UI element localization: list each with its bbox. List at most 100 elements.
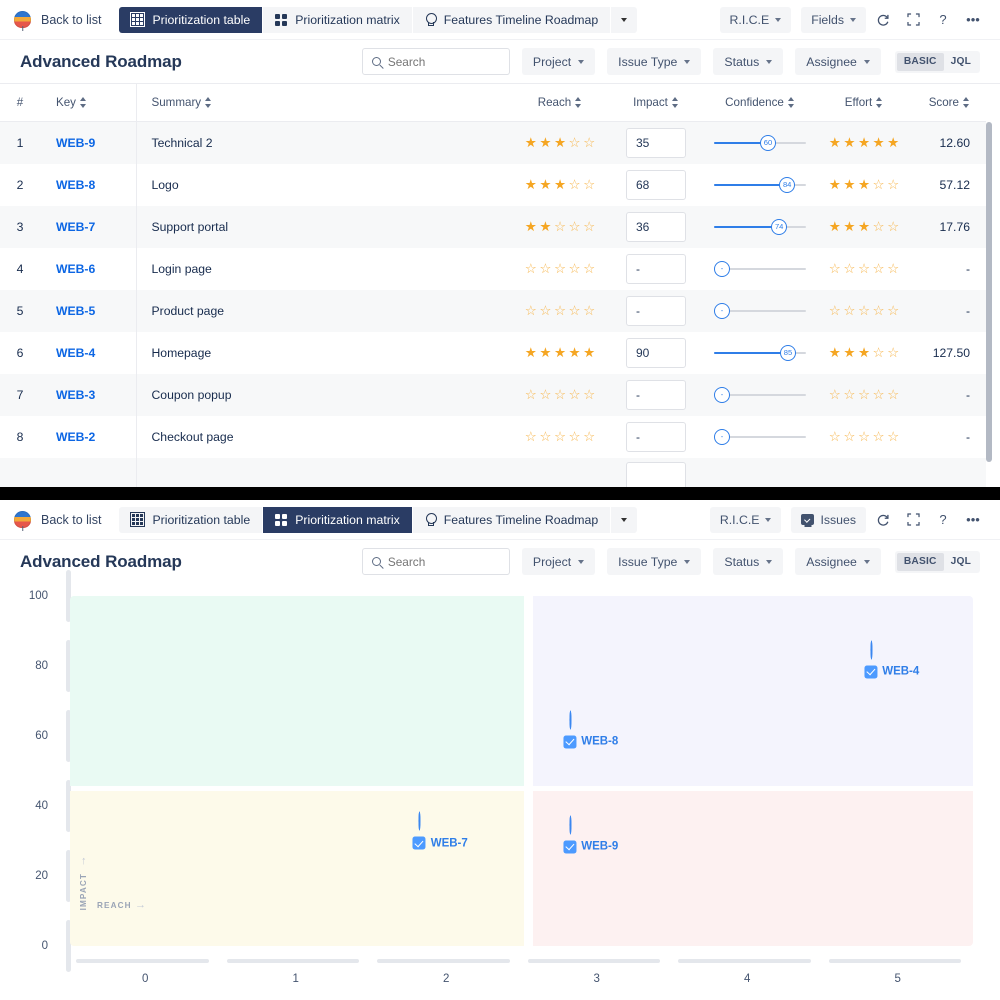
effort-star-rating[interactable]: ☆ ☆ ☆ ☆ ☆ — [829, 387, 900, 402]
star-2[interactable]: ★ — [539, 136, 551, 150]
search-box[interactable] — [361, 548, 510, 575]
star-5[interactable]: ☆ — [887, 429, 899, 444]
search-input[interactable] — [387, 554, 500, 569]
star-5[interactable]: ☆ — [887, 303, 899, 318]
row-summary[interactable]: Coupon popup — [135, 373, 512, 416]
star-2[interactable]: ☆ — [843, 303, 855, 318]
star-5[interactable]: ☆ — [583, 429, 595, 444]
rice-framework-dropdown[interactable]: R.I.C.E — [719, 6, 792, 33]
star-3[interactable]: ☆ — [858, 303, 870, 318]
star-1[interactable]: ★ — [525, 136, 537, 150]
star-4[interactable]: ☆ — [873, 219, 885, 234]
star-1[interactable]: ★ — [525, 219, 537, 234]
star-4[interactable]: ☆ — [569, 429, 581, 444]
data-point-label[interactable]: WEB-7 — [412, 836, 468, 850]
star-5[interactable]: ☆ — [887, 177, 899, 192]
star-5[interactable]: ☆ — [583, 261, 595, 276]
fullscreen-icon[interactable] — [900, 7, 926, 33]
star-2[interactable]: ★ — [539, 219, 551, 234]
matrix-data-point[interactable]: WEB-9 — [563, 815, 624, 854]
star-3[interactable]: ☆ — [554, 261, 566, 276]
star-5[interactable]: ☆ — [887, 261, 899, 276]
slider-knob[interactable]: - — [714, 387, 730, 403]
star-5[interactable]: ☆ — [583, 303, 595, 318]
confidence-slider[interactable]: - — [714, 300, 806, 322]
star-1[interactable]: ★ — [525, 345, 537, 360]
filter-assignee[interactable]: Assignee — [795, 48, 881, 75]
star-3[interactable]: ☆ — [554, 387, 566, 402]
filter-issue-type[interactable]: Issue Type — [607, 48, 702, 75]
star-2[interactable]: ★ — [843, 345, 855, 360]
data-point-label[interactable]: WEB-9 — [563, 840, 618, 854]
filter-project[interactable]: Project — [521, 548, 596, 575]
row-summary[interactable]: Logo — [135, 163, 512, 206]
column-key[interactable]: Key — [40, 84, 136, 122]
table-row[interactable] — [0, 457, 986, 487]
star-5[interactable]: ★ — [887, 136, 899, 150]
star-2[interactable]: ☆ — [843, 387, 855, 402]
matrix-data-point[interactable]: WEB-8 — [563, 710, 624, 749]
reach-star-rating[interactable]: ☆ ☆ ☆ ☆ ☆ — [525, 261, 596, 276]
star-1[interactable]: ☆ — [829, 387, 841, 402]
star-2[interactable]: ☆ — [843, 261, 855, 276]
star-2[interactable]: ☆ — [539, 303, 551, 318]
star-3[interactable]: ☆ — [858, 261, 870, 276]
data-point-dot[interactable] — [569, 710, 572, 730]
data-point-dot[interactable] — [569, 815, 572, 835]
matrix-data-point[interactable]: WEB-4 — [864, 640, 925, 679]
issue-key-link[interactable]: WEB-5 — [56, 304, 95, 318]
search-input[interactable] — [387, 54, 500, 69]
star-3[interactable]: ★ — [858, 345, 870, 360]
reach-star-rating[interactable]: ★ ★ ★ ☆ ☆ — [525, 136, 596, 150]
back-to-list-link[interactable]: Back to list — [41, 513, 101, 527]
row-summary[interactable]: Checkout page — [135, 415, 512, 458]
tab-overflow-button[interactable] — [611, 6, 638, 33]
star-2[interactable]: ★ — [539, 177, 551, 192]
impact-input[interactable]: - — [626, 253, 686, 284]
star-5[interactable]: ☆ — [583, 219, 595, 234]
tab-features-timeline-roadmap[interactable]: Features Timeline Roadmap — [412, 6, 612, 33]
confidence-slider[interactable]: 85 — [714, 342, 806, 364]
table-vertical-scrollbar[interactable] — [986, 122, 992, 462]
star-1[interactable]: ☆ — [829, 429, 841, 444]
data-point-label[interactable]: WEB-4 — [864, 665, 919, 679]
column-effort[interactable]: Effort — [816, 84, 912, 122]
star-1[interactable]: ★ — [829, 219, 841, 234]
matrix-data-point[interactable]: WEB-7 — [412, 811, 474, 850]
star-4[interactable]: ☆ — [569, 387, 581, 402]
reach-star-rating[interactable]: ☆ ☆ ☆ ☆ ☆ — [525, 303, 596, 318]
slider-knob[interactable]: 60 — [760, 135, 776, 152]
star-4[interactable]: ☆ — [569, 219, 581, 234]
slider-knob[interactable]: - — [714, 261, 730, 277]
table-row[interactable]: 4 WEB-6 Login page ☆ ☆ ☆ ☆ ☆ - - ☆ ☆ ☆ ☆ ☆ - — [0, 247, 986, 290]
filter-issue-type[interactable]: Issue Type — [607, 548, 702, 575]
star-2[interactable]: ★ — [843, 136, 855, 150]
table-row[interactable]: 7 WEB-3 Coupon popup ☆ ☆ ☆ ☆ ☆ - - ☆ ☆ ☆ ☆ ☆ - — [0, 373, 986, 416]
star-3[interactable]: ☆ — [858, 387, 870, 402]
impact-input[interactable]: 90 — [626, 337, 686, 368]
table-row[interactable]: 8 WEB-2 Checkout page ☆ ☆ ☆ ☆ ☆ - - ☆ ☆ ☆ ☆ ☆ - — [0, 415, 986, 458]
star-3[interactable]: ☆ — [858, 429, 870, 444]
issue-key-link[interactable]: WEB-4 — [56, 346, 95, 360]
data-point-label[interactable]: WEB-8 — [563, 735, 618, 749]
issue-key-link[interactable]: WEB-8 — [56, 178, 95, 192]
row-summary[interactable]: Product page — [135, 289, 512, 332]
effort-star-rating[interactable]: ★ ★ ★ ☆ ☆ — [829, 177, 900, 192]
reach-star-rating[interactable]: ★ ★ ☆ ☆ ☆ — [525, 219, 596, 234]
star-4[interactable]: ☆ — [873, 429, 885, 444]
effort-star-rating[interactable]: ☆ ☆ ☆ ☆ ☆ — [829, 261, 900, 276]
star-4[interactable]: ☆ — [569, 136, 581, 150]
star-1[interactable]: ☆ — [829, 303, 841, 318]
fullscreen-icon[interactable] — [900, 507, 926, 533]
data-point-checkbox[interactable] — [563, 840, 577, 854]
data-point-checkbox[interactable] — [563, 735, 577, 749]
issue-key-link[interactable]: WEB-9 — [56, 136, 95, 150]
reach-star-rating[interactable]: ★ ★ ★ ★ ★ — [525, 345, 596, 360]
effort-star-rating[interactable]: ☆ ☆ ☆ ☆ ☆ — [829, 303, 900, 318]
row-summary[interactable]: Homepage — [135, 331, 512, 374]
impact-input[interactable]: - — [626, 421, 686, 452]
star-3[interactable]: ★ — [554, 177, 566, 192]
star-2[interactable]: ★ — [843, 177, 855, 192]
effort-star-rating[interactable]: ☆ ☆ ☆ ☆ ☆ — [829, 429, 900, 444]
data-point-dot[interactable] — [418, 811, 421, 831]
